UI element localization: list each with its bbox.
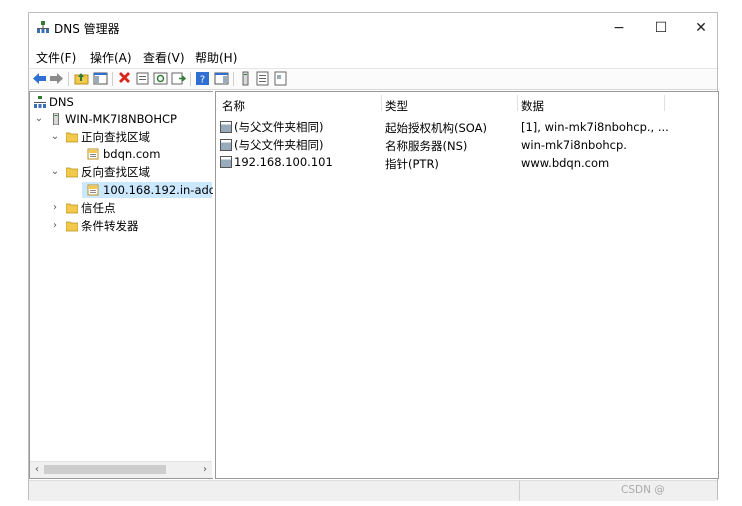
column-divider[interactable] [664,95,665,111]
chevron-down-icon[interactable]: ⌄ [50,129,60,145]
up-folder-icon[interactable] [74,71,89,86]
tree-label: WIN-MK7I8NBOHCP [65,112,177,126]
back-arrow-icon[interactable] [32,71,47,86]
tree-item-reverse-zone-child[interactable]: 100.168.192.in-add [82,182,213,198]
chevron-down-icon[interactable]: ⌄ [34,111,44,127]
delete-icon[interactable] [117,71,132,86]
server-icon [53,113,59,125]
tree-label: 正向查找区域 [81,130,150,144]
server-icon[interactable] [238,71,253,86]
record-name: (与父文件夹相同) [234,120,324,134]
status-divider [519,481,520,501]
tree-label: 反向查找区域 [81,165,150,179]
close-button[interactable]: ✕ [686,17,716,39]
dns-app-icon [37,21,49,33]
column-header-data[interactable]: 数据 [521,98,544,114]
maximize-button[interactable]: ☐ [646,17,676,39]
tree-item-reverse-zone[interactable]: ⌄ 反向查找区域 [34,164,210,180]
zone-file-icon [87,184,99,196]
column-header-type[interactable]: 类型 [385,98,408,114]
record-name: 192.168.100.101 [234,155,333,169]
dns-manager-window: DNS 管理器 − ☐ ✕ 文件(F) 操作(A) 查看(V) 帮助(H) ? … [28,12,719,501]
forward-arrow-icon[interactable] [49,71,64,86]
watermark-text: CSDN @ [621,484,665,496]
toolbar: ? [29,68,717,90]
chevron-right-icon[interactable]: › [50,200,60,216]
record-icon [220,139,232,151]
tree-item-bdqn-com[interactable]: bdqn.com [34,146,210,162]
scroll-left-icon[interactable]: ‹ [30,462,44,478]
records-list-pane: 名称 类型 数据 (与父文件夹相同) 起始授权机构(SOA) [1], win-… [215,91,719,479]
zone-file-icon [87,148,99,160]
record-name: (与父文件夹相同) [234,138,324,152]
tree-label: DNS [49,95,74,109]
column-divider[interactable] [381,95,382,111]
scroll-right-icon[interactable]: › [198,462,212,478]
window-title: DNS 管理器 [54,22,120,36]
column-header-name[interactable]: 名称 [222,98,245,114]
minimize-button[interactable]: − [604,17,634,39]
column-divider[interactable] [517,95,518,111]
toolbar-separator [190,72,191,86]
document-icon[interactable] [273,71,288,86]
tree-item-trust-points[interactable]: › 信任点 [34,200,210,216]
tree-item-conditional-forwarders[interactable]: › 条件转发器 [34,218,210,234]
record-data: [1], win-mk7i8nbohcp., ... [521,120,669,134]
chevron-down-icon[interactable]: ⌄ [50,164,60,180]
menu-file[interactable]: 文件(F) [36,49,76,66]
folder-icon [66,167,78,178]
record-data: www.bdqn.com [521,156,610,170]
toolbar-separator [68,72,69,86]
tree-label: 信任点 [81,201,116,215]
tree-label: 条件转发器 [81,219,139,233]
menu-help[interactable]: 帮助(H) [195,49,237,66]
tree-label: bdqn.com [103,147,161,161]
refresh-icon[interactable] [153,71,168,86]
chevron-right-icon[interactable]: › [50,218,60,234]
folder-icon [66,132,78,143]
record-type: 起始授权机构(SOA) [385,121,487,135]
record-icon [220,121,232,133]
tree-label: 100.168.192.in-add [103,183,213,197]
horizontal-scrollbar[interactable]: ‹ › [30,461,212,478]
tree-item-dns[interactable]: DNS [34,94,210,110]
record-type: 指针(PTR) [385,157,439,171]
list-view-icon[interactable] [255,71,270,86]
properties-icon[interactable] [135,71,150,86]
title-bar[interactable]: DNS 管理器 − ☐ ✕ [29,13,717,43]
dns-icon [34,96,46,108]
export-list-icon[interactable] [171,71,186,86]
toolbar-separator [112,72,113,86]
toolbar-separator [233,72,234,86]
menu-view[interactable]: 查看(V) [143,49,185,66]
menu-bar: 文件(F) 操作(A) 查看(V) 帮助(H) [29,46,717,66]
help-icon[interactable]: ? [195,71,210,86]
record-icon [220,156,232,168]
record-type: 名称服务器(NS) [385,139,468,153]
scrollbar-thumb[interactable] [44,465,166,474]
console-tree-pane: DNS ⌄ WIN-MK7I8NBOHCP ⌄ 正向查找区域 bdqn.com … [29,91,213,479]
record-data: win-mk7i8nbohcp. [521,138,627,152]
action-pane-icon[interactable] [214,71,229,86]
tree-item-server[interactable]: ⌄ WIN-MK7I8NBOHCP [34,111,210,127]
show-hide-console-tree-icon[interactable] [93,71,108,86]
tree-item-forward-zone[interactable]: ⌄ 正向查找区域 [34,129,210,145]
status-bar: CSDN @ [29,480,717,501]
folder-icon [66,221,78,232]
menu-action[interactable]: 操作(A) [90,49,132,66]
folder-icon [66,203,78,214]
svg-text:?: ? [200,75,205,86]
